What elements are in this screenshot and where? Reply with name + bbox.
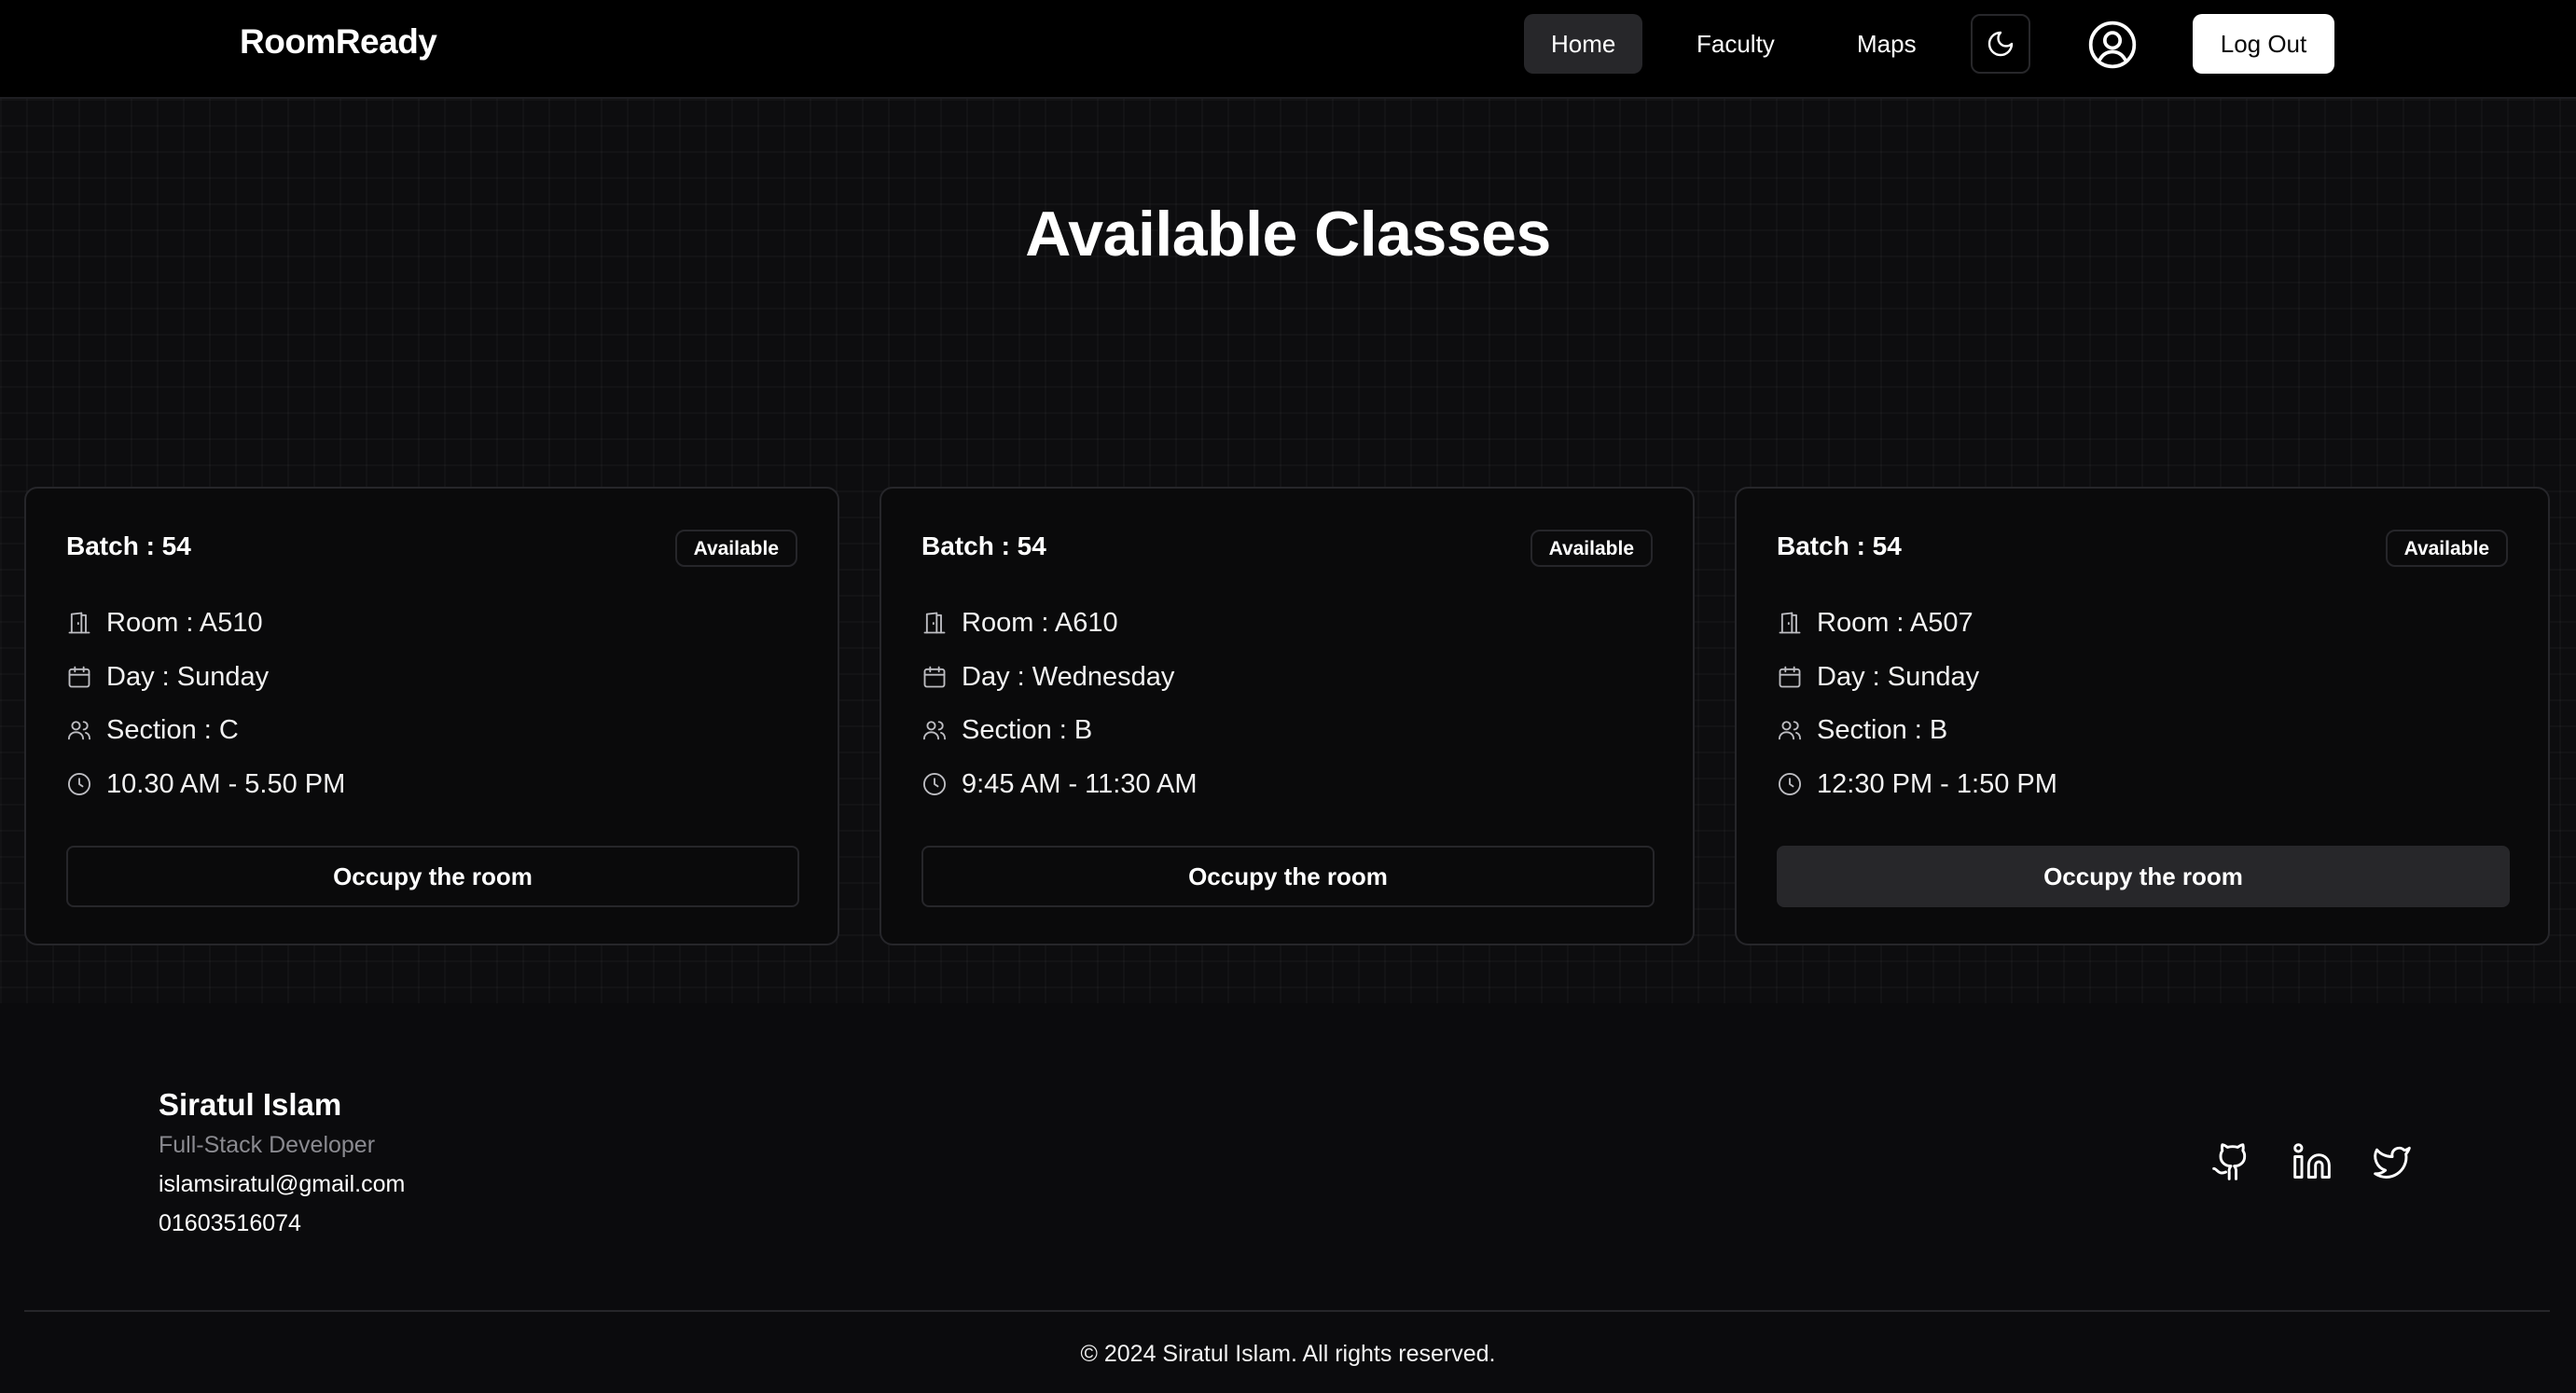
section-text: Section : C: [106, 714, 239, 745]
users-icon: [1777, 717, 1803, 743]
copyright-text: © 2024 Siratul Islam. All rights reserve…: [1080, 1341, 1496, 1367]
section-row: Section : B: [1777, 711, 1947, 749]
room-text: Room : A510: [106, 607, 263, 638]
footer-author-role: Full-Stack Developer: [159, 1132, 376, 1158]
clock-icon: [66, 771, 92, 797]
status-badge: Available: [2385, 530, 2508, 567]
batch-label: Batch : 54: [921, 531, 1046, 560]
day-row: Day : Sunday: [66, 658, 269, 696]
batch-label: Batch : 54: [66, 531, 191, 560]
twitter-link[interactable]: [2372, 1141, 2417, 1186]
nav-faculty-link[interactable]: Faculty: [1669, 14, 1802, 74]
site-footer: Siratul Islam Full-Stack Developer islam…: [0, 1003, 2576, 1393]
class-card: Batch : 54 Available Room : A610 Day : W…: [879, 487, 1695, 945]
page-title: Available Classes: [1025, 199, 1551, 269]
time-text: 10.30 AM - 5.50 PM: [106, 768, 346, 799]
occupy-room-button[interactable]: Occupy the room: [921, 846, 1655, 907]
room-row: Room : A610: [921, 604, 1118, 641]
user-circle-icon: [2086, 19, 2139, 71]
calendar-icon: [1777, 664, 1803, 690]
nav-maps-link[interactable]: Maps: [1830, 14, 1944, 74]
batch-label: Batch : 54: [1777, 531, 1902, 560]
time-row: 12:30 PM - 1:50 PM: [1777, 765, 2057, 803]
brand-logo[interactable]: RoomReady: [240, 22, 437, 62]
footer-divider: [24, 1310, 2550, 1312]
section-text: Section : B: [962, 714, 1093, 745]
door-icon: [66, 610, 92, 636]
day-row: Day : Wednesday: [921, 658, 1174, 696]
section-row: Section : B: [921, 711, 1092, 749]
footer-phone: 01603516074: [159, 1210, 301, 1236]
github-icon: [2210, 1141, 2255, 1182]
users-icon: [921, 717, 948, 743]
room-row: Room : A507: [1777, 604, 1974, 641]
top-navbar: RoomReady Home Faculty Maps Log Out: [0, 0, 2576, 99]
door-icon: [1777, 610, 1803, 636]
linkedin-icon: [2292, 1141, 2336, 1182]
github-link[interactable]: [2210, 1141, 2255, 1186]
day-text: Day : Sunday: [106, 661, 270, 692]
room-row: Room : A510: [66, 604, 263, 641]
status-badge: Available: [1530, 530, 1653, 567]
occupy-room-button[interactable]: Occupy the room: [1777, 846, 2510, 907]
time-text: 9:45 AM - 11:30 AM: [962, 768, 1198, 799]
nav-home-link[interactable]: Home: [1524, 14, 1643, 74]
time-text: 12:30 PM - 1:50 PM: [1817, 768, 2057, 799]
status-badge: Available: [674, 530, 797, 567]
footer-author-name: Siratul Islam: [159, 1087, 342, 1122]
time-row: 10.30 AM - 5.50 PM: [66, 765, 345, 803]
logout-button[interactable]: Log Out: [2193, 14, 2334, 74]
footer-email-link[interactable]: islamsiratul@gmail.com: [159, 1171, 405, 1198]
main-content: Available Classes Batch : 54 Available R…: [0, 99, 2576, 1003]
occupy-room-button[interactable]: Occupy the room: [66, 846, 799, 907]
room-text: Room : A507: [1817, 607, 1974, 638]
calendar-icon: [66, 664, 92, 690]
day-row: Day : Sunday: [1777, 658, 1979, 696]
clock-icon: [921, 771, 948, 797]
day-text: Day : Sunday: [1817, 661, 1980, 692]
day-text: Day : Wednesday: [962, 661, 1175, 692]
door-icon: [921, 610, 948, 636]
profile-button[interactable]: [2086, 19, 2139, 71]
class-card: Batch : 54 Available Room : A507 Day : S…: [1735, 487, 2550, 945]
section-text: Section : B: [1817, 714, 1948, 745]
theme-toggle-button[interactable]: [1971, 14, 2030, 74]
calendar-icon: [921, 664, 948, 690]
room-text: Room : A610: [962, 607, 1118, 638]
linkedin-link[interactable]: [2292, 1141, 2336, 1186]
section-row: Section : C: [66, 711, 239, 749]
twitter-icon: [2372, 1141, 2417, 1182]
moon-icon: [1986, 29, 2015, 59]
time-row: 9:45 AM - 11:30 AM: [921, 765, 1198, 803]
class-card: Batch : 54 Available Room : A510 Day : S…: [24, 487, 839, 945]
users-icon: [66, 717, 92, 743]
clock-icon: [1777, 771, 1803, 797]
